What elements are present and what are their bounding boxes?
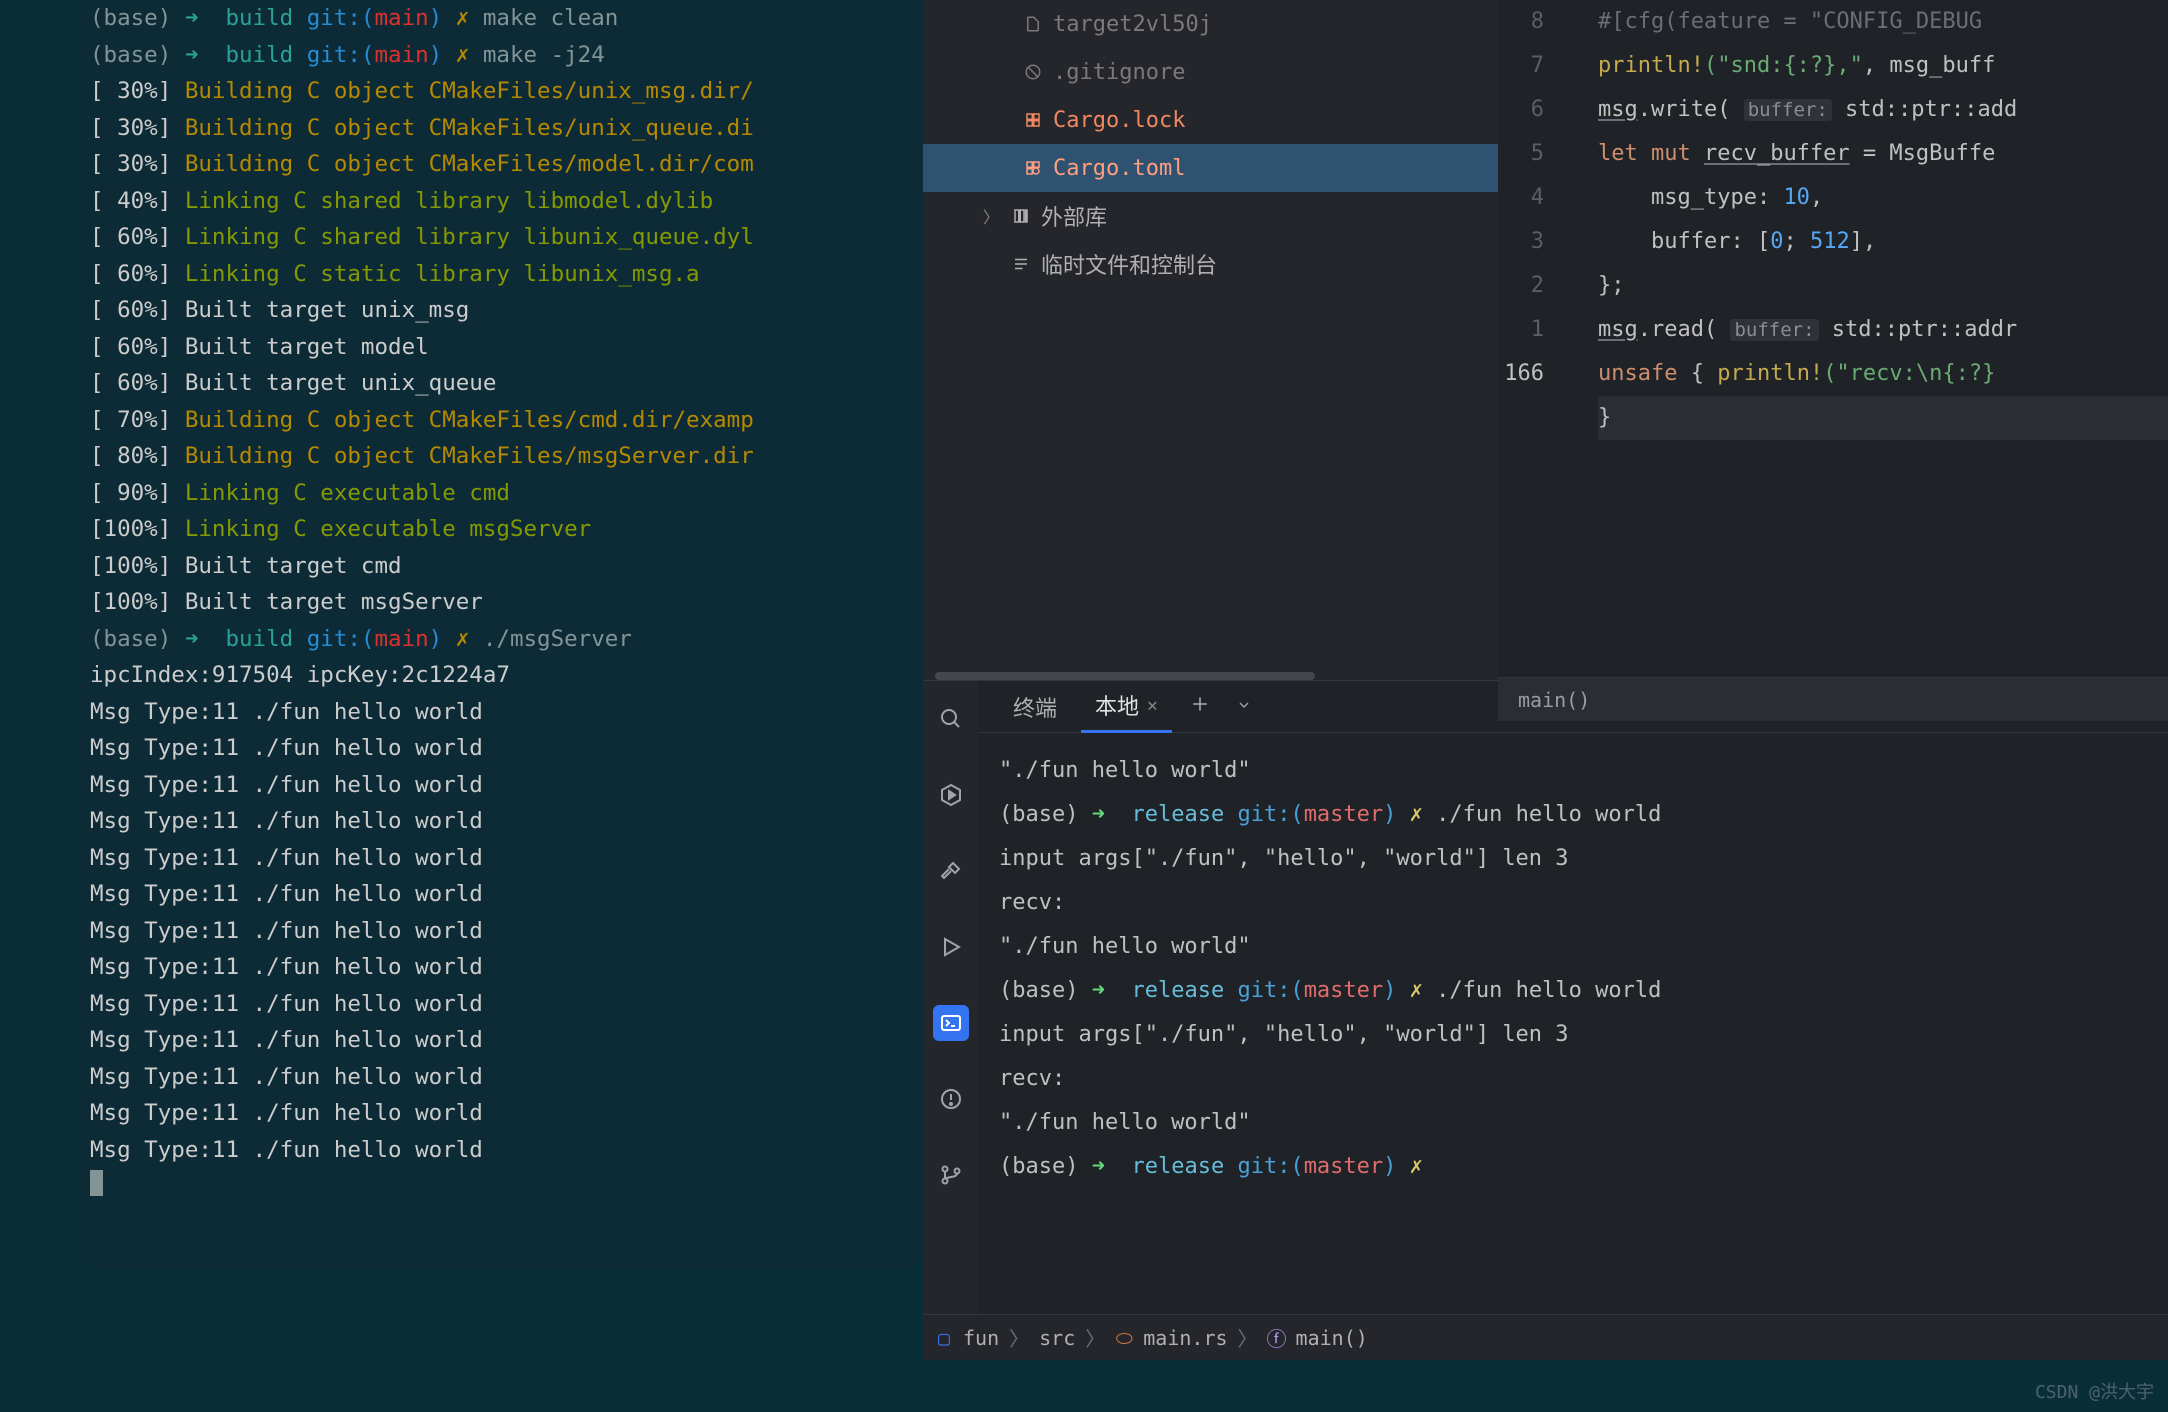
- breadcrumb-p2[interactable]: src: [1039, 1326, 1075, 1350]
- tree-horiz-scrollbar[interactable]: [935, 672, 1315, 680]
- ignore-icon: [1023, 62, 1043, 82]
- chevron-right-icon: 〉: [1009, 1323, 1029, 1352]
- ide-upper-pane: target2vl50j .gitignore Cargo.lock Cargo.to…: [923, 0, 2168, 680]
- tree-item-label: Cargo.lock: [1053, 108, 1185, 133]
- tree-item-Cargo-toml[interactable]: Cargo.toml: [923, 144, 1498, 192]
- terminal-icon[interactable]: [933, 1005, 969, 1041]
- project-file-tree[interactable]: target2vl50j .gitignore Cargo.lock Cargo.to…: [923, 0, 1498, 680]
- tree-item-target2vl50j[interactable]: target2vl50j: [923, 0, 1498, 48]
- breadcrumb: ▢ fun 〉 src 〉 ⬭ main.rs 〉 ⓕ main(): [923, 1314, 2168, 1360]
- tree-item-label: 外部库: [1041, 200, 1107, 232]
- rust-file-icon: ⬭: [1115, 1329, 1133, 1347]
- search-icon[interactable]: [933, 701, 969, 737]
- chevron-right-icon: 〉: [1238, 1323, 1258, 1352]
- breadcrumb-p1[interactable]: fun: [963, 1326, 999, 1350]
- breadcrumb-p3[interactable]: main.rs: [1143, 1326, 1227, 1350]
- terminal-panel-body: 终端 本地 ✕ "./fun hello world"(base) ➜ relea…: [979, 681, 2168, 1314]
- ide-window: target2vl50j .gitignore Cargo.lock Cargo.to…: [923, 0, 2168, 1360]
- toml-icon: [1023, 158, 1043, 178]
- breadcrumb-p4[interactable]: main(): [1296, 1326, 1368, 1350]
- close-icon[interactable]: ✕: [1147, 695, 1158, 716]
- tree-item-Cargo-lock[interactable]: Cargo.lock: [923, 96, 1498, 144]
- module-icon: ▢: [935, 1329, 953, 1347]
- terminal-output[interactable]: "./fun hello world"(base) ➜ release git:…: [979, 733, 2168, 1314]
- tree-item-label: .gitignore: [1053, 60, 1185, 85]
- tree-scratch[interactable]: 〉临时文件和控制台: [923, 240, 1498, 288]
- scratch-icon: [1011, 254, 1031, 274]
- left-icon-rail: [923, 681, 979, 1314]
- code-content[interactable]: #[cfg(feature = "CONFIG_DEBUGprintln!("s…: [1558, 0, 2168, 680]
- tree-external-libs[interactable]: 〉 外部库: [923, 192, 1498, 240]
- relative-line-gutter: 87654321166: [1498, 0, 1558, 680]
- play-icon[interactable]: [933, 929, 969, 965]
- terminal-tab-label: 终端: [1013, 691, 1057, 723]
- chevron-right-icon: 〉: [983, 204, 995, 228]
- lock-icon: [1023, 110, 1043, 130]
- run-hex-icon[interactable]: [933, 777, 969, 813]
- watermark: CSDN @洪大宇: [2035, 1378, 2154, 1404]
- code-editor[interactable]: 87654321166 #[cfg(feature = "CONFIG_DEBU…: [1498, 0, 2168, 680]
- editor-context-label: main(): [1518, 688, 1590, 712]
- tree-item-label: target2vl50j: [1053, 12, 1212, 37]
- tree-item-label: Cargo.toml: [1053, 156, 1185, 181]
- external-terminal-window[interactable]: (base) ➜ build git:(main) ✗ make clean(b…: [78, 0, 923, 1268]
- terminal-tab-local-label: 本地: [1095, 689, 1139, 721]
- problems-icon[interactable]: [933, 1081, 969, 1117]
- tree-item--gitignore[interactable]: .gitignore: [923, 48, 1498, 96]
- chevron-right-icon: 〉: [1085, 1323, 1105, 1352]
- git-branch-icon[interactable]: [933, 1157, 969, 1193]
- editor-sticky-footer: main(): [1498, 677, 2168, 721]
- hammer-icon[interactable]: [933, 853, 969, 889]
- terminal-tab-local[interactable]: 本地 ✕: [1081, 681, 1172, 733]
- library-icon: [1011, 206, 1031, 226]
- ide-terminal-panel: 终端 本地 ✕ "./fun hello world"(base) ➜ relea…: [923, 680, 2168, 1314]
- add-terminal-button[interactable]: [1182, 694, 1218, 720]
- function-icon: ⓕ: [1268, 1329, 1286, 1347]
- terminal-tab-title[interactable]: 终端: [999, 681, 1071, 733]
- file-icon: [1023, 14, 1043, 34]
- terminal-dropdown-button[interactable]: [1228, 694, 1260, 719]
- tree-item-label: 临时文件和控制台: [1041, 248, 1217, 280]
